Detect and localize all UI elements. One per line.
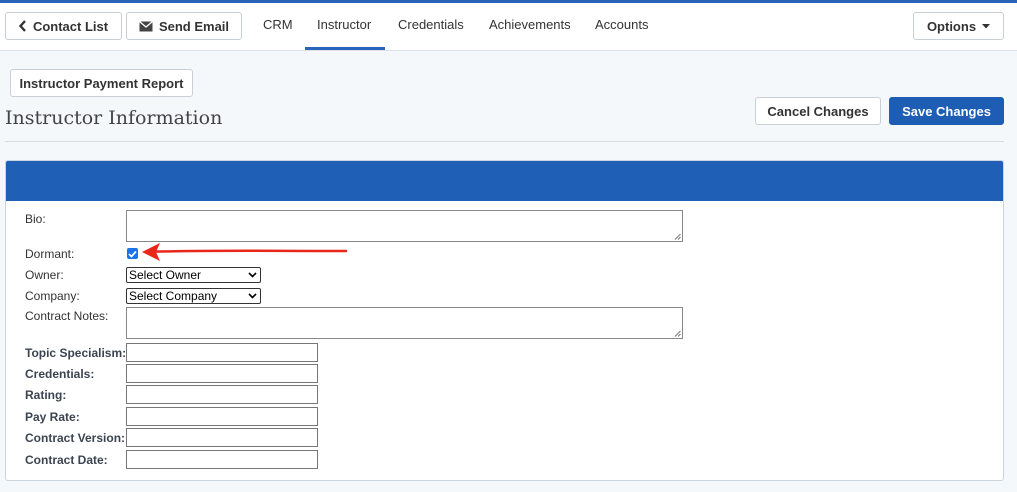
bio-label: Bio: — [25, 212, 46, 226]
company-select[interactable]: Select Company — [126, 288, 261, 304]
pay-rate-label: Pay Rate: — [25, 410, 80, 424]
pay-rate-input[interactable] — [126, 407, 318, 426]
instructor-payment-report-label: Instructor Payment Report — [19, 75, 184, 91]
company-label: Company: — [25, 289, 80, 303]
chevron-left-icon — [18, 20, 26, 32]
resize-grip-icon — [674, 330, 681, 337]
dormant-checkbox[interactable] — [127, 248, 138, 259]
tab-credentials[interactable]: Credentials — [398, 17, 464, 32]
credentials-input[interactable] — [126, 364, 318, 383]
active-tab-indicator — [305, 47, 385, 50]
red-arrow-annotation — [142, 243, 348, 261]
top-navbar: Contact List Send Email CRM Instructor C… — [0, 3, 1017, 51]
resize-grip-icon — [674, 233, 681, 240]
options-button[interactable]: Options — [913, 12, 1004, 40]
contact-list-label: Contact List — [32, 18, 109, 34]
contract-date-label: Contract Date: — [25, 453, 108, 467]
chevron-down-icon — [248, 272, 257, 278]
owner-select[interactable]: Select Owner — [126, 267, 261, 283]
topic-specialism-input[interactable] — [126, 343, 318, 362]
rating-input[interactable] — [126, 385, 318, 404]
chevron-down-icon — [248, 293, 257, 299]
owner-label: Owner: — [25, 268, 64, 282]
tab-instructor[interactable]: Instructor — [317, 17, 371, 32]
rating-label: Rating: — [25, 388, 67, 402]
credentials-label: Credentials: — [25, 367, 95, 381]
cancel-changes-button[interactable]: Cancel Changes — [755, 97, 881, 125]
title-divider — [5, 141, 1004, 142]
contract-date-input[interactable] — [126, 450, 318, 469]
contact-list-button[interactable]: Contact List — [5, 12, 122, 40]
contract-notes-textarea[interactable] — [126, 307, 683, 339]
envelope-icon — [139, 20, 153, 31]
caret-down-icon — [982, 23, 991, 28]
checkbox-check-icon — [128, 250, 137, 258]
tab-achievements[interactable]: Achievements — [489, 17, 571, 32]
page-title: Instructor Information — [5, 107, 223, 129]
topic-specialism-label: Topic Specialism: — [25, 346, 127, 360]
tab-crm[interactable]: CRM — [263, 17, 293, 32]
instructor-payment-report-button[interactable]: Instructor Payment Report — [10, 69, 193, 97]
bio-textarea[interactable] — [126, 210, 683, 242]
tab-accounts[interactable]: Accounts — [595, 17, 648, 32]
cancel-changes-label: Cancel Changes — [767, 103, 869, 119]
save-changes-label: Save Changes — [902, 103, 991, 119]
options-label: Options — [926, 18, 977, 34]
panel-header — [6, 161, 1003, 201]
send-email-label: Send Email — [158, 18, 230, 34]
dormant-label: Dormant: — [25, 247, 75, 261]
company-select-value: Select Company — [129, 289, 218, 303]
send-email-button[interactable]: Send Email — [126, 12, 242, 40]
contract-notes-label: Contract Notes: — [25, 309, 109, 323]
instructor-form-panel: Bio: Dormant: Owner: Select Owner Compan… — [5, 160, 1004, 481]
contract-version-label: Contract Version: — [25, 431, 126, 445]
contract-version-input[interactable] — [126, 428, 318, 447]
owner-select-value: Select Owner — [129, 268, 202, 282]
save-changes-button[interactable]: Save Changes — [889, 97, 1004, 125]
